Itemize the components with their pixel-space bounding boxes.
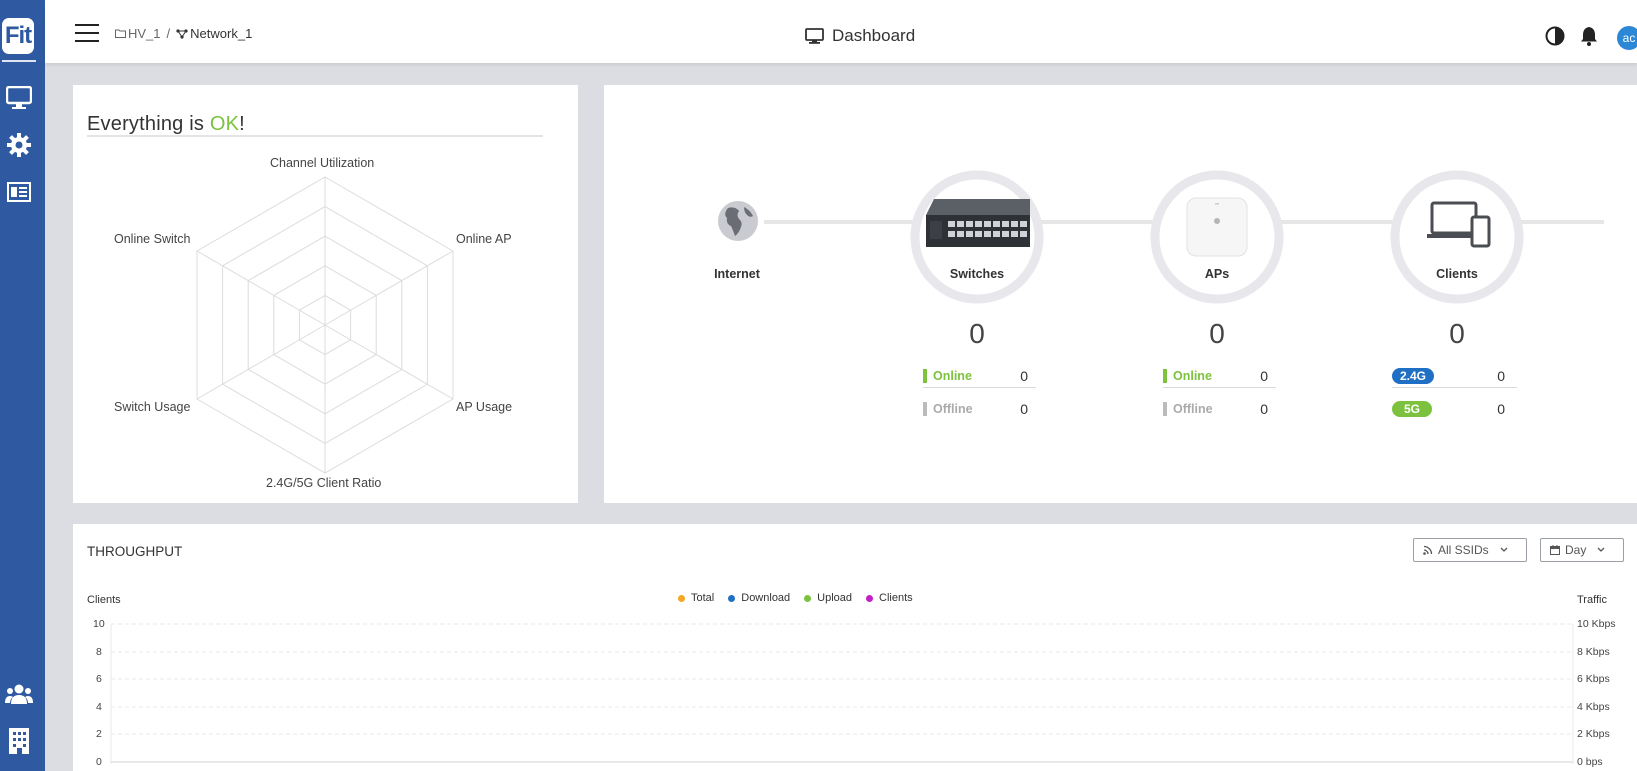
left-tick: 2 [96,728,102,740]
aps-online-row: Online 0 [1163,365,1276,388]
clients-5g-count: 0 [1497,401,1505,417]
building-icon [9,728,29,754]
band-24g-badge: 2.4G [1392,368,1435,384]
aps-label[interactable]: APs [1157,267,1277,281]
right-tick: 4 Kbps [1577,701,1610,713]
internet-label: Internet [714,267,760,281]
status-bar [1163,402,1167,416]
left-tick: 0 [96,756,102,768]
page-title-text: Dashboard [832,26,916,45]
breadcrumb-parent[interactable]: HV_1 [128,26,161,41]
switches-offline-count: 0 [1020,401,1028,417]
left-tick: 6 [96,673,102,685]
offline-label: Offline [1173,402,1213,416]
breadcrumb-separator: / [166,26,171,41]
right-tick: 6 Kbps [1577,673,1610,685]
logo-divider [2,60,36,62]
globe-icon [718,201,758,241]
breadcrumb-current[interactable]: Network_1 [190,26,252,41]
page-title: Dashboard [805,26,915,46]
online-label: Online [1173,369,1212,383]
report-icon [7,182,31,202]
breadcrumb: HV_1 / Network_1 [115,26,252,41]
access-point-icon[interactable] [1186,197,1248,257]
clients-label[interactable]: Clients [1397,267,1517,281]
band-5g-badge: 5G [1392,401,1433,417]
throughput-chart-grid [110,623,1574,764]
status-bar [1163,369,1167,383]
clients-total: 0 [1449,318,1465,349]
right-tick: 0 bps [1577,756,1603,768]
app-logo[interactable]: Fit [2,18,34,54]
notifications-button[interactable] [1580,26,1598,51]
contrast-icon [1545,26,1565,46]
radar-axis-label: Online AP [456,232,512,246]
switches-offline-row: Offline 0 [923,398,1036,420]
aps-total: 0 [1209,318,1225,349]
clients-24g-count: 0 [1497,368,1505,384]
user-avatar[interactable]: ac [1617,26,1637,50]
radar-axis-label: AP Usage [456,400,513,414]
topology-card: Internet Switches APs Clients 0 0 0 Onli… [604,85,1637,503]
status-bar [923,402,927,416]
bell-icon [1581,27,1597,46]
offline-label: Offline [933,402,973,416]
radar-axis-label: Online Switch [114,232,191,246]
aps-offline-row: Offline 0 [1163,398,1276,420]
top-strip [45,0,1637,9]
menu-toggle-button[interactable] [75,24,99,42]
radar-chart [196,176,454,474]
sidebar-item-dashboard[interactable] [4,84,34,112]
header-bar: HV_1 / Network_1 Dashboard ac [45,8,1637,63]
throughput-card: THROUGHPUT All SSIDs Day Clients Traffic… [73,524,1637,771]
devices-icon[interactable] [1427,200,1491,248]
radar-axis-label: 2.4G/5G Client Ratio [266,476,382,490]
sidebar-item-sites[interactable] [4,727,34,755]
sidebar-item-users[interactable] [4,680,34,708]
aps-online-count: 0 [1260,368,1268,384]
online-label: Online [933,369,972,383]
gear-icon [7,133,31,157]
folder-icon [115,29,126,38]
right-tick: 2 Kbps [1577,728,1610,740]
right-tick: 10 Kbps [1577,618,1616,630]
aps-offline-count: 0 [1260,401,1268,417]
radar-axis-label: Channel Utilization [270,156,375,170]
left-tick: 4 [96,701,102,713]
topology-graphic [764,170,1604,304]
right-tick: 8 Kbps [1577,646,1610,658]
clients-24g-row: 2.4G 0 [1392,365,1517,388]
switches-total: 0 [969,318,985,349]
health-card: Everything is OK! Channel Utilization On… [73,85,578,503]
network-icon [176,28,188,39]
theme-toggle-button[interactable] [1545,26,1565,51]
switches-label[interactable]: Switches [917,267,1037,281]
radar-axis-label: Switch Usage [114,400,191,414]
users-icon [5,684,33,704]
monitor-icon [805,27,824,44]
clients-5g-row: 5G 0 [1392,398,1517,420]
switches-online-count: 0 [1020,368,1028,384]
sidebar-item-settings[interactable] [4,131,34,159]
sidebar-item-reports[interactable] [4,178,34,206]
switches-online-row: Online 0 [923,365,1036,388]
sidebar: Fit [0,0,45,771]
monitor-icon [6,86,32,109]
switch-icon[interactable] [926,197,1030,249]
left-tick: 8 [96,646,102,658]
left-tick: 10 [93,618,105,630]
status-bar [923,369,927,383]
